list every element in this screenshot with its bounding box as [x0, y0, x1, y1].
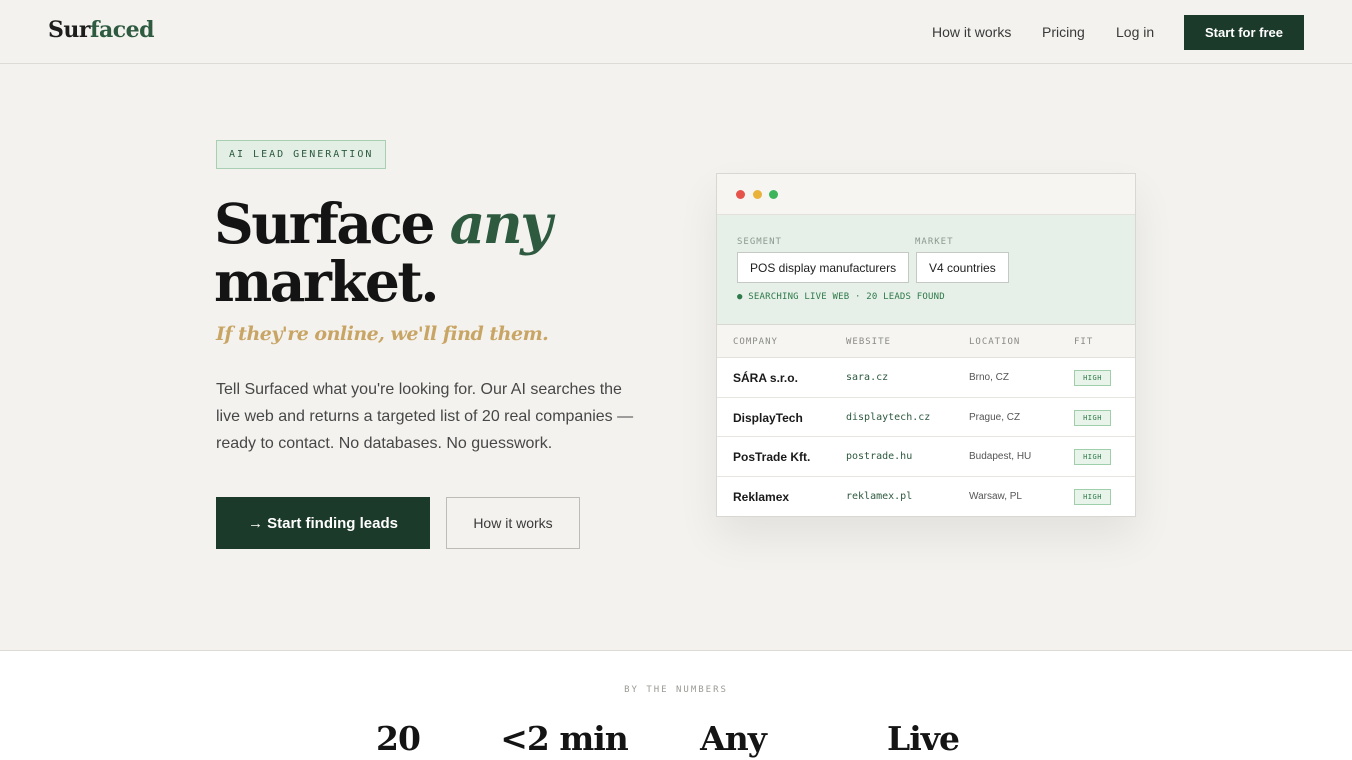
fit-badge: HIGH [1074, 449, 1111, 465]
table-row[interactable]: PosTrade Kft. postrade.hu Budapest, HU H… [717, 437, 1135, 477]
company-website[interactable]: displaytech.cz [846, 412, 930, 423]
company-location: Budapest, HU [969, 451, 1032, 462]
results-table-header: COMPANY WEBSITE LOCATION FIT [717, 325, 1135, 358]
close-dot-icon [736, 190, 745, 199]
column-header-location: LOCATION [969, 337, 1021, 347]
company-name: SÁRA s.r.o. [733, 371, 798, 385]
top-navigation: Surfaced How it works Pricing Log in Sta… [0, 0, 1352, 64]
market-label: MARKET [915, 237, 954, 247]
company-name: Reklamex [733, 489, 790, 504]
stat-live: Live [887, 719, 960, 758]
how-it-works-button[interactable]: How it works [446, 497, 580, 549]
company-location: Brno, CZ [969, 372, 1010, 383]
nav-link-log-in[interactable]: Log in [1116, 24, 1154, 40]
numbers-section: BY THE NUMBERS 20 <2 min Any Live [0, 650, 1352, 760]
nav-link-pricing[interactable]: Pricing [1042, 24, 1085, 40]
numbers-label: BY THE NUMBERS [624, 685, 728, 695]
hero-badge: AI LEAD GENERATION [216, 140, 387, 169]
minimize-dot-icon [753, 190, 762, 199]
window-titlebar [717, 174, 1135, 215]
logo-main: Sur [48, 17, 90, 43]
column-header-company: COMPANY [733, 337, 778, 347]
company-location: Warsaw, PL [969, 490, 1022, 502]
logo-accent: faced [89, 17, 155, 43]
company-location: Prague, CZ [969, 411, 1021, 423]
headline-part-1: Surface [214, 191, 435, 256]
headline-part-2: market. [214, 249, 439, 314]
table-row[interactable]: Reklamex reklamex.pl Warsaw, PL HIGH [717, 477, 1135, 517]
hero-description: Tell Surfaced what you're looking for. O… [216, 381, 634, 452]
column-header-fit: FIT [1074, 337, 1094, 347]
search-status: ● SEARCHING LIVE WEB · 20 LEADS FOUND [737, 292, 945, 302]
company-website[interactable]: postrade.hu [846, 451, 912, 462]
segment-label: SEGMENT [737, 237, 782, 247]
logo[interactable]: Surfaced [48, 17, 154, 43]
fit-badge: HIGH [1074, 370, 1111, 386]
company-name: PosTrade Kft. [733, 450, 811, 464]
fit-badge: HIGH [1074, 488, 1111, 505]
results-table-body: SÁRA s.r.o. sara.cz Brno, CZ HIGH Displa… [717, 358, 1135, 516]
hero-tagline: If they're online, we'll find them. [216, 323, 549, 345]
company-website[interactable]: sara.cz [846, 372, 888, 383]
search-panel: SEGMENT POS display manufacturers MARKET… [717, 215, 1135, 325]
table-row[interactable]: DisplayTech displaytech.cz Prague, CZ HI… [717, 398, 1135, 437]
table-row[interactable]: SÁRA s.r.o. sara.cz Brno, CZ HIGH [717, 358, 1135, 398]
company-name: DisplayTech [733, 410, 803, 425]
nav-link-how-it-works[interactable]: How it works [932, 24, 1011, 40]
market-input[interactable]: V4 countries [916, 252, 1009, 283]
maximize-dot-icon [769, 190, 778, 199]
headline-emphasis: any [449, 191, 553, 256]
start-finding-leads-button[interactable]: → Start finding leads [216, 497, 430, 549]
demo-app-window: SEGMENT POS display manufacturers MARKET… [716, 173, 1136, 517]
start-for-free-button[interactable]: Start for free [1184, 15, 1304, 50]
column-header-website: WEBSITE [846, 337, 891, 347]
stat-market: Any [700, 719, 767, 758]
segment-input[interactable]: POS display manufacturers [737, 252, 910, 283]
fit-badge: HIGH [1074, 409, 1111, 426]
hero-headline: Surface any market. [214, 195, 552, 314]
company-website[interactable]: reklamex.pl [846, 491, 912, 502]
